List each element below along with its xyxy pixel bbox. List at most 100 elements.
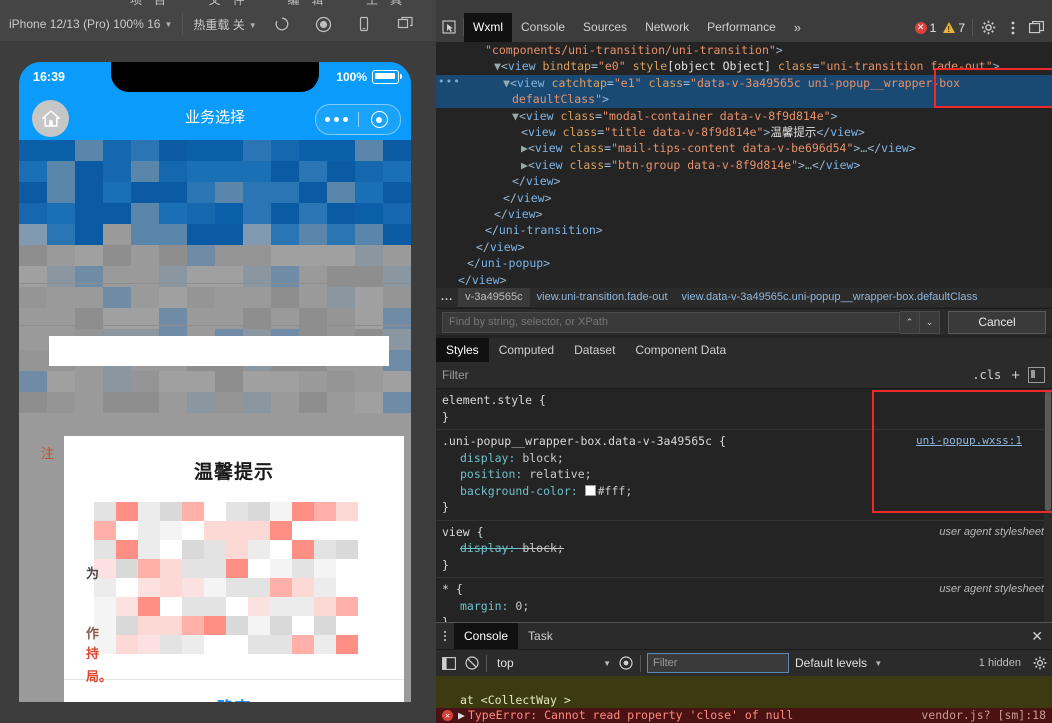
device-icon[interactable] (355, 15, 373, 33)
more-tabs-button[interactable]: » (785, 20, 810, 35)
console-levels-selector[interactable]: Default levels ▼ (795, 656, 882, 670)
inspect-cursor-icon[interactable] (436, 14, 463, 41)
warning-count-badge[interactable]: 7 (943, 21, 965, 35)
tab-component-data[interactable]: Component Data (625, 338, 736, 362)
chevron-down-icon: ▼ (248, 20, 257, 30)
tab-styles[interactable]: Styles (436, 338, 489, 362)
css-rule[interactable]: * {margin: 0;} user agent stylesheet (436, 578, 1052, 622)
console-context-selector[interactable]: top ▼ (493, 656, 611, 670)
find-prev-button[interactable]: ⌃ (900, 310, 920, 334)
multi-window-icon[interactable] (396, 15, 414, 33)
drawer-tab-console[interactable]: Console (454, 623, 519, 649)
show-sidebar-icon[interactable] (440, 655, 457, 672)
modal-confirm-button[interactable]: 确定 (217, 694, 251, 703)
find-next-button[interactable]: ⌄ (920, 310, 940, 334)
breadcrumb-item[interactable]: ... (436, 288, 458, 307)
styles-filter-input[interactable]: Filter (442, 368, 966, 382)
gear-icon[interactable] (980, 19, 997, 36)
clear-console-icon[interactable] (463, 655, 480, 672)
breadcrumb-item[interactable]: view.uni-transition.fade-out (530, 288, 675, 307)
tab-sources[interactable]: Sources (574, 13, 636, 42)
dom-tree-row[interactable]: ▶<view class="btn-group data-v-8f9d814e"… (436, 157, 1052, 173)
css-declaration[interactable]: display: block; (442, 450, 1052, 467)
devtools-top-strip (436, 0, 1052, 13)
drawer-tab-task[interactable]: Task (518, 623, 563, 649)
dom-tree-row[interactable]: </uni-popup> (436, 255, 1052, 271)
eye-icon[interactable] (617, 655, 634, 672)
console-message-warning[interactable]: at <CollectWay > (436, 692, 1052, 708)
phone-notch (111, 62, 319, 92)
app-window: 项目 文件 编辑 工具 界面 iPhone 12/13 (Pro) 100% 1… (0, 0, 1052, 723)
new-rule-button[interactable]: + (1007, 367, 1024, 384)
css-declaration[interactable]: margin: 0; (442, 598, 1052, 615)
dom-tree-row[interactable]: </view> (436, 206, 1052, 222)
dock-panel-icon[interactable] (1028, 19, 1045, 36)
css-rule-close: } (442, 557, 449, 572)
breadcrumb-item[interactable]: view.data-v-3a49565c.uni-popup__wrapper-… (675, 288, 985, 307)
cls-button[interactable]: .cls (966, 368, 1007, 382)
cancel-button[interactable]: Cancel (948, 310, 1046, 334)
record-icon[interactable] (314, 15, 332, 33)
dom-tree-row[interactable]: ▼<view class="modal-container data-v-8f9… (436, 108, 1052, 124)
tab-performance[interactable]: Performance (698, 13, 785, 42)
console-message-error[interactable]: ✕ ▶ TypeError: Cannot read property 'clo… (436, 708, 1052, 723)
error-count-badge[interactable]: ✕ 1 (914, 20, 937, 35)
find-input[interactable] (442, 311, 900, 333)
console-hidden-count[interactable]: 1 hidden (979, 657, 1025, 669)
css-selector[interactable]: element.style { (442, 392, 1052, 409)
dom-tree-row[interactable]: </view> (436, 190, 1052, 206)
dom-tree-row[interactable]: ▶<view class="mail-tips-content data-v-b… (436, 140, 1052, 156)
gear-icon[interactable] (1031, 655, 1048, 672)
tab-computed[interactable]: Computed (489, 338, 564, 362)
device-selector[interactable]: iPhone 12/13 (Pro) 100% 16 ▼ (9, 17, 172, 31)
modal-body: 为 作 持 局。 (64, 484, 404, 684)
drawer-tabbar: Console Task ✕ (436, 623, 1052, 649)
console-filter-input[interactable]: Filter (647, 653, 789, 673)
mini-program-capsule[interactable] (315, 104, 401, 135)
mosaic-row (94, 521, 359, 540)
css-rule-source[interactable]: uni-popup.wxss:1 (916, 433, 1022, 450)
tab-wxml[interactable]: Wxml (464, 13, 512, 42)
dom-tree-row[interactable]: "components/uni-transition/uni-transitio… (436, 42, 1052, 58)
css-rule[interactable]: view {display: block;} user agent stylesh… (436, 521, 1052, 578)
dom-tree-row[interactable]: defaultClass"> (436, 91, 1052, 108)
dom-tree-row[interactable]: </uni-transition> (436, 222, 1052, 238)
css-declaration[interactable]: display: block; (442, 540, 1052, 557)
home-button[interactable] (32, 100, 69, 137)
dom-tree-row[interactable]: ▼<view bindtap="e0" style[object Object]… (436, 58, 1052, 74)
dom-tree-row[interactable]: <view class="title data-v-8f9d814e">温馨提示… (436, 124, 1052, 140)
tab-console[interactable]: Console (512, 13, 574, 42)
modal-line-3: 持 (86, 646, 100, 661)
target-icon[interactable] (359, 111, 401, 128)
dom-tree-ellipsis[interactable]: ••• (438, 74, 461, 90)
css-rule[interactable]: element.style {} (436, 389, 1052, 430)
error-count: 1 (929, 20, 937, 35)
breadcrumb-item[interactable]: v-3a49565c (458, 288, 530, 307)
console-error-source[interactable]: vendor.js? [sm]:18 (921, 708, 1052, 723)
tab-network[interactable]: Network (636, 13, 698, 42)
dom-tree-row[interactable]: </view> (436, 272, 1052, 288)
refresh-icon[interactable] (273, 15, 291, 33)
css-declaration[interactable]: position: relative; (442, 466, 1052, 483)
app-menubar[interactable]: 项目 文件 编辑 工具 界面 (0, 0, 436, 7)
more-dots-icon[interactable] (316, 117, 358, 122)
dom-tree-row[interactable]: ▼<view catchtap="e1" class="data-v-3a495… (436, 74, 1052, 92)
dom-tree-row[interactable]: </view> (436, 239, 1052, 255)
warning-count: 7 (958, 20, 965, 35)
devtools-panel: Wxml Console Sources Network Performance… (436, 0, 1052, 723)
styles-scrollbar[interactable] (1044, 389, 1052, 622)
dom-tree[interactable]: "components/uni-transition/uni-transitio… (436, 42, 1052, 288)
hot-reload-selector[interactable]: 热重载 关 ▼ (193, 16, 256, 33)
css-declaration[interactable]: background-color: #fff; (442, 483, 1052, 500)
expand-arrow-icon[interactable]: ▶ (458, 708, 465, 723)
tab-dataset[interactable]: Dataset (564, 338, 625, 362)
mosaic-overlay (19, 140, 411, 413)
css-rules-list[interactable]: element.style {} .uni-popup__wrapper-box.… (436, 389, 1052, 622)
dom-tree-row[interactable]: </view> (436, 173, 1052, 189)
mosaic-row (19, 287, 411, 308)
close-icon[interactable]: ✕ (1022, 628, 1052, 645)
css-rule[interactable]: .uni-popup__wrapper-box.data-v-3a49565c … (436, 430, 1052, 521)
toggle-sidebar-icon[interactable] (1028, 367, 1045, 383)
kebab-menu-icon[interactable] (436, 631, 454, 641)
kebab-menu-icon[interactable] (1004, 19, 1021, 36)
